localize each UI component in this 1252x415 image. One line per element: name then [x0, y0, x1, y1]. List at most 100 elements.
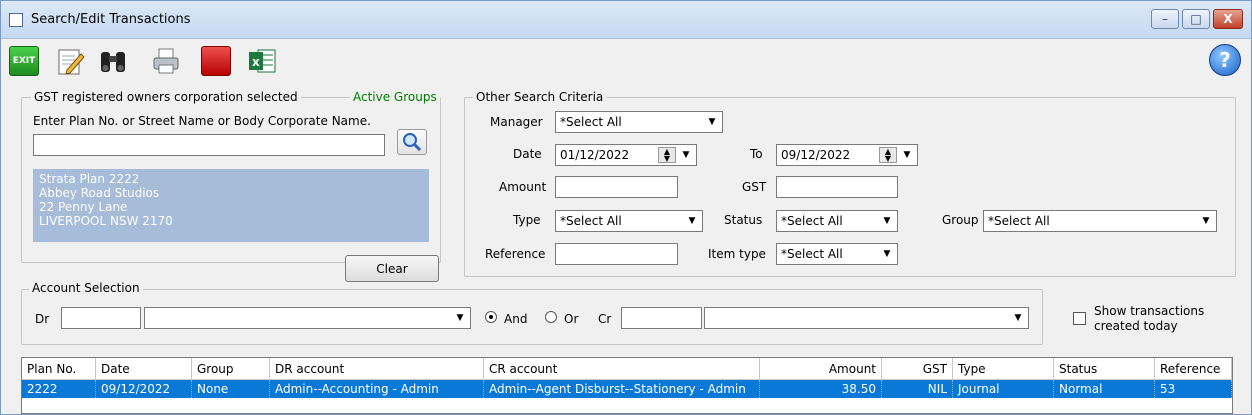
or-label: Or — [564, 312, 579, 326]
clear-button[interactable]: Clear — [345, 255, 439, 282]
chevron-down-icon: ▼ — [883, 249, 891, 259]
cell-amount: 38.50 — [760, 380, 882, 398]
column-header-status[interactable]: Status — [1054, 358, 1155, 380]
cell-group: None — [192, 380, 270, 398]
or-radio[interactable] — [545, 311, 557, 323]
column-header-plan-no[interactable]: Plan No. — [22, 358, 96, 380]
gst-label: GST — [742, 180, 767, 194]
cell-status: Normal — [1054, 380, 1155, 398]
column-header-dr-account[interactable]: DR account — [270, 358, 484, 380]
and-label: And — [504, 312, 528, 326]
reference-label: Reference — [485, 247, 546, 261]
show-today-checkbox[interactable] — [1073, 312, 1086, 325]
table-row[interactable]: 2222 09/12/2022 None Admin--Accounting -… — [22, 380, 1232, 398]
account-selection-legend: Account Selection — [29, 281, 143, 295]
chevron-down-icon: ▼ — [1014, 313, 1022, 323]
reference-input[interactable] — [555, 243, 678, 265]
cell-dr-account: Admin--Accounting - Admin — [270, 380, 484, 398]
to-label: To — [750, 147, 763, 161]
grid-header: Plan No. Date Group DR account CR accoun… — [22, 358, 1232, 380]
group-label: Group — [942, 213, 979, 227]
chevron-down-icon: ▼ — [682, 150, 690, 160]
edit-icon — [58, 49, 85, 75]
cell-type: Journal — [953, 380, 1054, 398]
date-spin-icon[interactable]: ▲ ▼ — [879, 147, 897, 163]
column-header-type[interactable]: Type — [953, 358, 1054, 380]
date-to-picker[interactable]: 09/12/2022 ▲ ▼ ▼ — [776, 144, 918, 166]
cell-plan-no: 2222 — [22, 380, 96, 398]
column-header-group[interactable]: Group — [192, 358, 270, 380]
status-select[interactable]: *Select All ▼ — [776, 210, 898, 232]
cell-gst: NIL — [882, 380, 953, 398]
plan-line: Abbey Road Studios — [39, 186, 160, 200]
selected-plan-box: Strata Plan 2222 Abbey Road Studios 22 P… — [33, 169, 429, 242]
excel-icon: x — [249, 49, 276, 73]
cell-date: 09/12/2022 — [96, 380, 192, 398]
gst-input[interactable] — [776, 176, 898, 198]
minimize-button[interactable]: – — [1151, 9, 1179, 29]
type-select[interactable]: *Select All ▼ — [555, 210, 703, 232]
app-icon — [9, 13, 23, 27]
gst-group-legend: GST registered owners corporation select… — [31, 90, 301, 104]
status-label: Status — [724, 213, 763, 227]
date-from-value: 01/12/2022 — [560, 148, 630, 162]
help-button[interactable]: ? — [1209, 44, 1241, 76]
plan-line: 22 Penny Lane — [39, 200, 128, 214]
type-value: *Select All — [560, 214, 622, 228]
show-today-label-2: created today — [1094, 319, 1178, 333]
manager-value: *Select All — [560, 115, 622, 129]
plan-line: LIVERPOOL NSW 2170 — [39, 214, 173, 228]
column-header-gst[interactable]: GST — [882, 358, 953, 380]
plan-search-input[interactable] — [33, 134, 385, 156]
column-header-amount[interactable]: Amount — [760, 358, 882, 380]
stop-button[interactable] — [201, 46, 231, 76]
date-label: Date — [513, 147, 542, 161]
find-button[interactable] — [98, 46, 128, 76]
group-select[interactable]: *Select All ▼ — [983, 210, 1217, 232]
group-value: *Select All — [988, 214, 1050, 228]
title-bar: Search/Edit Transactions – □ X — [1, 1, 1251, 39]
chevron-down-icon: ▼ — [456, 313, 464, 323]
exit-button[interactable]: EXIT — [9, 46, 39, 76]
excel-export-button[interactable]: x — [247, 46, 277, 76]
chevron-down-icon: ▼ — [883, 216, 891, 226]
column-header-date[interactable]: Date — [96, 358, 192, 380]
chevron-down-icon: ▼ — [903, 150, 911, 160]
column-header-cr-account[interactable]: CR account — [484, 358, 760, 380]
dr-label: Dr — [35, 312, 50, 326]
manager-label: Manager — [490, 115, 543, 129]
toolbar: EXIT x ? — [1, 41, 1251, 81]
item-type-select[interactable]: *Select All ▼ — [776, 243, 898, 265]
print-button[interactable] — [151, 46, 181, 76]
manager-select[interactable]: *Select All ▼ — [555, 111, 723, 133]
type-label: Type — [513, 213, 541, 227]
plan-search-prompt: Enter Plan No. or Street Name or Body Co… — [33, 114, 371, 128]
plan-search-button[interactable] — [397, 129, 427, 155]
cr-account-code-input[interactable] — [621, 307, 702, 329]
status-value: *Select All — [781, 214, 843, 228]
window-title: Search/Edit Transactions — [31, 12, 191, 27]
date-to-value: 09/12/2022 — [781, 148, 851, 162]
column-header-reference[interactable]: Reference — [1155, 358, 1232, 380]
close-button[interactable]: X — [1213, 9, 1243, 29]
svg-text:x: x — [252, 55, 260, 69]
date-spin-icon[interactable]: ▲ ▼ — [658, 147, 676, 163]
cr-account-select[interactable]: ▼ — [704, 307, 1029, 329]
dr-account-select[interactable]: ▼ — [144, 307, 471, 329]
dr-account-code-input[interactable] — [61, 307, 141, 329]
amount-input[interactable] — [555, 176, 678, 198]
magnifier-icon — [403, 133, 422, 152]
search-edit-window: Search/Edit Transactions – □ X EXIT x ? … — [0, 0, 1252, 415]
date-from-picker[interactable]: 01/12/2022 ▲ ▼ ▼ — [555, 144, 697, 166]
amount-label: Amount — [499, 180, 547, 194]
cell-cr-account: Admin--Agent Disburst--Stationery - Admi… — [484, 380, 760, 398]
binoculars-icon — [101, 52, 125, 72]
transactions-grid: Plan No. Date Group DR account CR accoun… — [21, 357, 1233, 414]
criteria-legend: Other Search Criteria — [473, 90, 607, 104]
printer-icon — [153, 48, 179, 74]
restore-button[interactable]: □ — [1182, 9, 1210, 29]
active-groups-link[interactable]: Active Groups — [350, 90, 440, 104]
and-radio[interactable] — [485, 311, 497, 323]
chevron-down-icon: ▼ — [1202, 216, 1210, 226]
edit-button[interactable] — [55, 46, 85, 76]
